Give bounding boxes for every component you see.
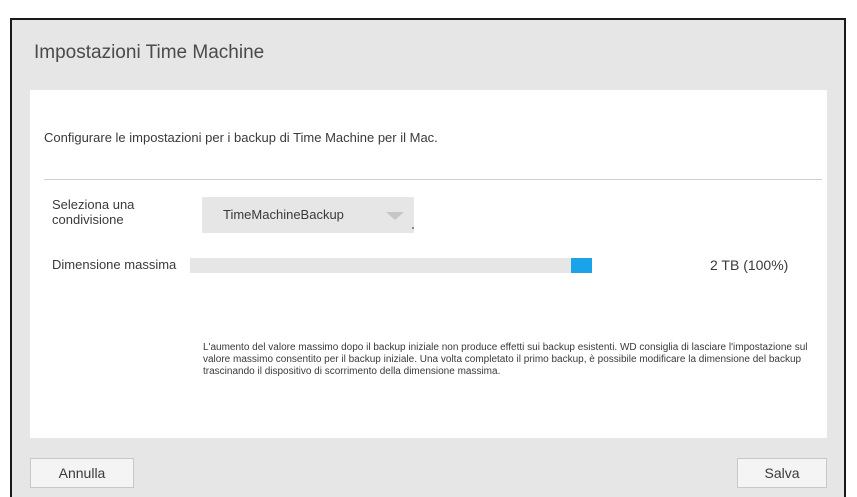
max-size-slider[interactable] [190, 258, 592, 273]
save-button[interactable]: Salva [737, 458, 827, 488]
time-machine-dialog: Impostazioni Time Machine Configurare le… [10, 18, 846, 497]
max-size-value: 2 TB (100%) [710, 257, 789, 273]
divider [44, 179, 822, 180]
max-size-label: Dimensione massima [52, 257, 177, 272]
intro-text: Configurare le impostazioni per i backup… [44, 130, 438, 145]
settings-panel: Configurare le impostazioni per i backup… [30, 90, 827, 438]
share-select-label: Seleziona una condivisione [52, 197, 135, 227]
dialog-title: Impostazioni Time Machine [34, 42, 265, 63]
slider-handle[interactable] [571, 258, 592, 273]
chevron-down-icon [386, 212, 404, 220]
share-select-value: TimeMachineBackup [223, 207, 344, 222]
backup-note: L'aumento del valore massimo dopo il bac… [203, 342, 808, 377]
select-corner-mark [412, 227, 414, 229]
share-select[interactable]: TimeMachineBackup [202, 197, 414, 233]
cancel-button[interactable]: Annulla [30, 458, 134, 488]
